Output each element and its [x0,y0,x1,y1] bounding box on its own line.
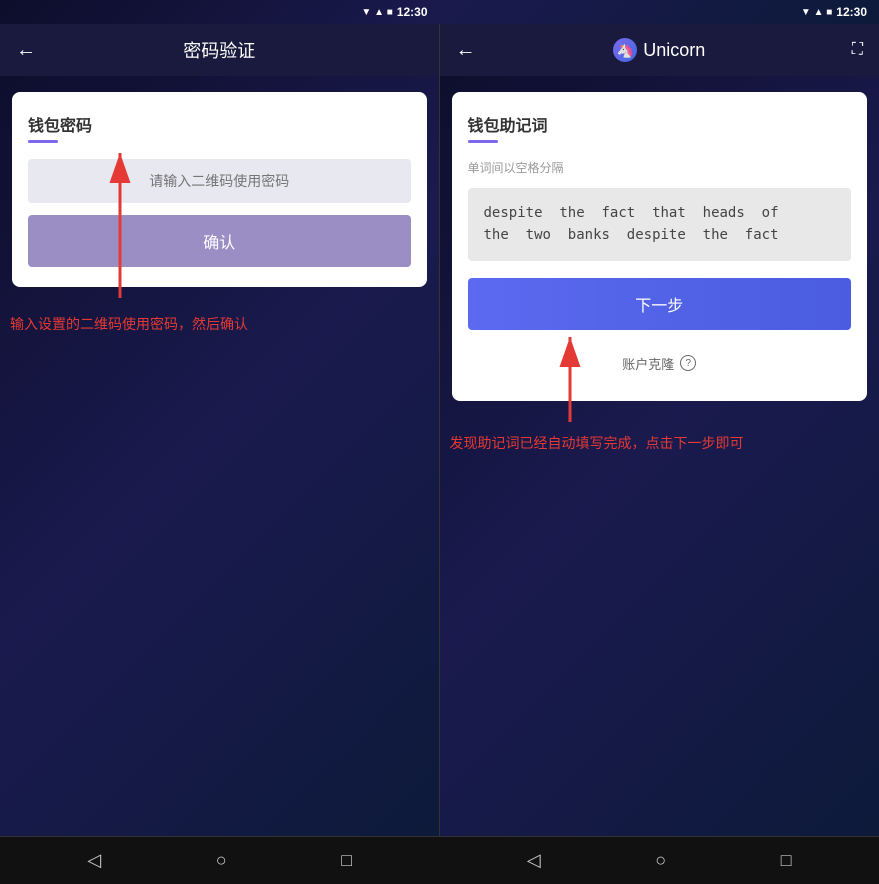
right-status-icons: ▼ ▲ ■ [801,7,832,18]
mnemonic-subtitle: 单词间以空格分隔 [468,159,852,176]
left-back-button[interactable]: ← [16,39,36,62]
help-icon[interactable]: ? [680,355,696,371]
right-bottom-nav: ◁ ○ □ [440,836,879,884]
expand-button[interactable]: ⛶ [852,41,863,59]
left-home-nav[interactable]: ○ [216,850,227,871]
mnemonic-textarea[interactable]: despite the fact that heads of the two b… [468,188,852,261]
right-annotation-text: 发现助记词已经自动填写完成，点击下一步即可 [450,432,744,454]
right-card-underline [468,140,498,143]
right-back-button[interactable]: ← [456,39,476,62]
right-screen-title: Unicorn [643,40,705,61]
right-recents-nav[interactable]: □ [781,850,792,871]
right-annotation-area: 发现助记词已经自动填写完成，点击下一步即可 [440,417,879,836]
unicorn-logo: 🦄 Unicorn [613,38,705,62]
left-annotation-text: 输入设置的二维码使用密码，然后确认 [10,313,248,335]
next-step-button[interactable]: 下一步 [468,278,852,330]
left-screen-title: 密码验证 [183,37,255,63]
left-bottom-nav: ◁ ○ □ [0,836,440,884]
unicorn-icon: 🦄 [613,38,637,62]
left-status-icons: ▼ ▲ ■ [361,7,392,18]
right-red-arrow [520,327,620,427]
right-card: 钱包助记词 单词间以空格分隔 despite the fact that hea… [452,92,868,401]
right-status-time: 12:30 [836,5,867,19]
left-card-underline [28,140,58,143]
right-back-nav[interactable]: ◁ [527,850,541,871]
left-app-header: ← 密码验证 [0,24,439,76]
left-status-time: 12:30 [397,5,428,19]
left-phone-screen: ← 密码验证 钱包密码 确认 输入设置的二维码使用密码，然后确认 [0,24,440,836]
left-red-arrow [60,143,180,303]
left-annotation-area: 输入设置的二维码使用密码，然后确认 [0,303,439,836]
left-card-title: 钱包密码 [28,112,411,136]
right-card-title: 钱包助记词 [468,112,852,136]
right-phone-screen: ← 🦄 Unicorn ⛶ 钱包助记词 单词间以空格分隔 despite the… [440,24,879,836]
left-recents-nav[interactable]: □ [341,850,352,871]
account-clone-label: 账户克隆 [622,354,674,373]
right-app-header: ← 🦄 Unicorn ⛶ [440,24,879,76]
right-home-nav[interactable]: ○ [655,850,666,871]
left-back-nav[interactable]: ◁ [87,850,101,871]
